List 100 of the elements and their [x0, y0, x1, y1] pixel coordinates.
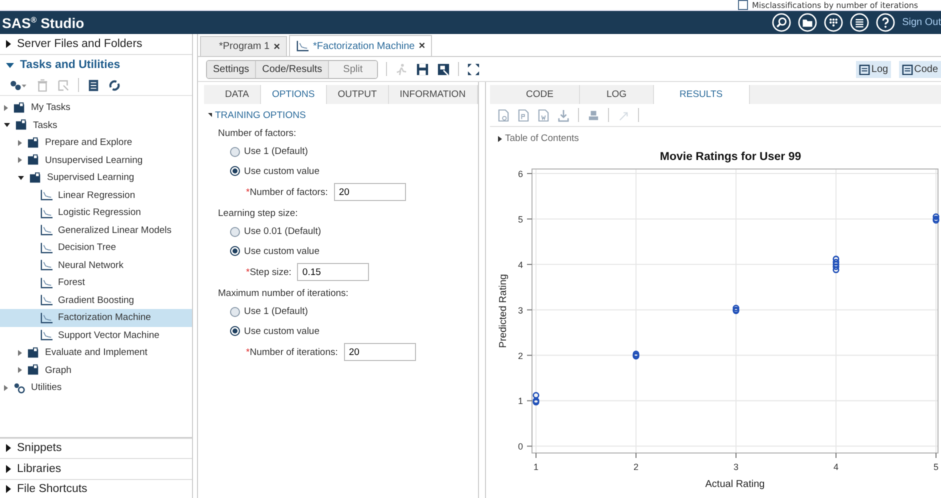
save-as-icon[interactable]	[436, 62, 450, 76]
y-tick-label: 4	[518, 260, 523, 270]
y-tick-label: 3	[518, 305, 523, 316]
close-button[interactable]: ×	[418, 40, 426, 52]
tree-item[interactable]: My Tasks	[0, 99, 192, 116]
tree-item[interactable]: Supervised Learning	[0, 169, 192, 186]
view-mode-button[interactable]: Settings	[207, 60, 256, 78]
y-tick-label: 5	[518, 214, 523, 224]
tab-label: *Program 1	[219, 41, 270, 52]
save-icon[interactable]	[416, 62, 429, 76]
settings-tab[interactable]: INFORMATION	[388, 85, 478, 104]
app-title: SAS$^{®}$ Studio	[2, 14, 84, 30]
tree-item[interactable]: Linear Regression	[0, 186, 192, 204]
field-label: Step size:	[250, 266, 292, 278]
option-label: Maximum number of iterations:	[218, 288, 350, 301]
list-icon[interactable]	[87, 78, 100, 92]
tree-item[interactable]: Tasks	[0, 116, 192, 134]
section-header[interactable]: Server Files and Folders	[0, 34, 192, 55]
folder-icon	[13, 102, 26, 114]
help-icon[interactable]	[876, 13, 896, 32]
tree-item[interactable]: Utilities	[0, 379, 192, 396]
document-icon	[859, 64, 870, 74]
checkbox[interactable]	[738, 0, 748, 10]
results-tab[interactable]: RESULTS	[654, 85, 750, 104]
y-axis-label: Predicted Rating	[498, 274, 509, 348]
settings-tab[interactable]: OUTPUT	[326, 85, 389, 104]
radio-option[interactable]: Use 0.01 (Default)	[230, 222, 478, 242]
tree-item[interactable]: Decision Tree	[0, 239, 192, 256]
x-tick-label: 2	[634, 462, 638, 472]
chart-icon	[40, 189, 53, 202]
required-mark: *	[246, 346, 250, 358]
field-label: Number of factors:	[250, 186, 328, 198]
sign-out-link[interactable]: Sign Out	[902, 17, 941, 28]
required-mark: *	[246, 266, 250, 278]
radio-option[interactable]: Use 1 (Default)	[230, 142, 478, 162]
x-tick-label: 3	[734, 462, 738, 472]
radio-option[interactable]: Use custom value	[230, 242, 478, 261]
section-header[interactable]: File Shortcuts	[0, 478, 192, 498]
tree-item[interactable]: Logistic Regression	[0, 204, 192, 222]
radio-button[interactable]	[230, 246, 240, 256]
radio-option[interactable]: Use custom value	[230, 162, 478, 181]
radio-button[interactable]	[230, 326, 240, 336]
view-button[interactable]: Log	[856, 60, 892, 78]
x-tick-label: 1	[534, 462, 538, 472]
editor-tab[interactable]: *Factorization Machine ×	[289, 35, 432, 56]
y-tick	[526, 173, 532, 174]
chart-icon	[40, 206, 53, 219]
y-tick	[526, 354, 532, 356]
utilities-icon	[13, 382, 26, 394]
section-heading[interactable]: TRAINING OPTIONS	[208, 108, 478, 122]
chart-icon	[40, 329, 53, 342]
table-of-contents-toggle[interactable]: Table of Contents	[498, 133, 941, 144]
tree-item[interactable]: Generalized Linear Models	[0, 222, 192, 239]
y-tick	[526, 446, 532, 447]
input-field[interactable]: 20	[334, 183, 406, 201]
radio-option[interactable]: Use 1 (Default)	[230, 302, 478, 322]
menu-icon[interactable]	[850, 13, 870, 32]
maximize-icon[interactable]	[466, 62, 480, 76]
apps-icon[interactable]	[824, 13, 844, 32]
view-button[interactable]: Code	[899, 60, 941, 78]
y-tick-label: 1	[518, 396, 523, 406]
chart-icon	[40, 259, 53, 272]
search-icon[interactable]	[772, 13, 792, 32]
tree-item[interactable]: Gradient Boosting	[0, 292, 192, 309]
close-button[interactable]: ×	[274, 40, 280, 52]
tree-item[interactable]: Forest	[0, 274, 192, 292]
radio-button[interactable]	[230, 166, 240, 176]
radio-button[interactable]	[230, 226, 240, 237]
input-field[interactable]: 0.15	[297, 263, 370, 281]
section-header[interactable]: Tasks and Utilities	[0, 55, 192, 75]
tree-item[interactable]: Graph	[0, 362, 192, 379]
section-header[interactable]: Snippets	[0, 438, 192, 458]
folder-icon[interactable]	[798, 13, 818, 32]
tree-item[interactable]: Neural Network	[0, 256, 192, 274]
input-field[interactable]: 20	[344, 343, 416, 361]
tree-item[interactable]: Unsupervised Learning	[0, 152, 192, 169]
section-header[interactable]: Libraries	[0, 458, 192, 478]
editor-tab[interactable]: *Program 1 ×	[200, 36, 288, 56]
tasks-menu-icon[interactable]	[8, 78, 28, 92]
field-label: Number of iterations:	[250, 346, 338, 358]
radio-button[interactable]	[230, 306, 240, 317]
chart-icon	[40, 276, 53, 289]
view-mode-button[interactable]: Code/Results	[256, 60, 330, 78]
tree-item[interactable]: Support Vector Machine	[0, 326, 192, 344]
results-tab[interactable]: CODE	[500, 85, 580, 104]
tree-item[interactable]: Evaluate and Implement	[0, 344, 192, 362]
refresh-icon[interactable]	[108, 78, 121, 92]
x-axis-label: Actual Rating	[705, 479, 765, 490]
y-tick-label: 6	[518, 169, 523, 180]
folder-icon	[27, 154, 40, 166]
radio-option[interactable]: Use custom value	[230, 322, 478, 341]
folder-icon	[27, 364, 40, 376]
settings-tab[interactable]: OPTIONS	[260, 85, 327, 104]
folder-icon	[27, 346, 40, 359]
radio-button[interactable]	[230, 146, 240, 157]
tree-item[interactable]: Factorization Machine	[0, 309, 192, 326]
y-tick-label: 2	[518, 350, 523, 361]
tab-label: *Factorization Machine	[313, 40, 415, 52]
tree-item[interactable]: Prepare and Explore	[0, 134, 192, 152]
folder-icon	[27, 136, 40, 149]
